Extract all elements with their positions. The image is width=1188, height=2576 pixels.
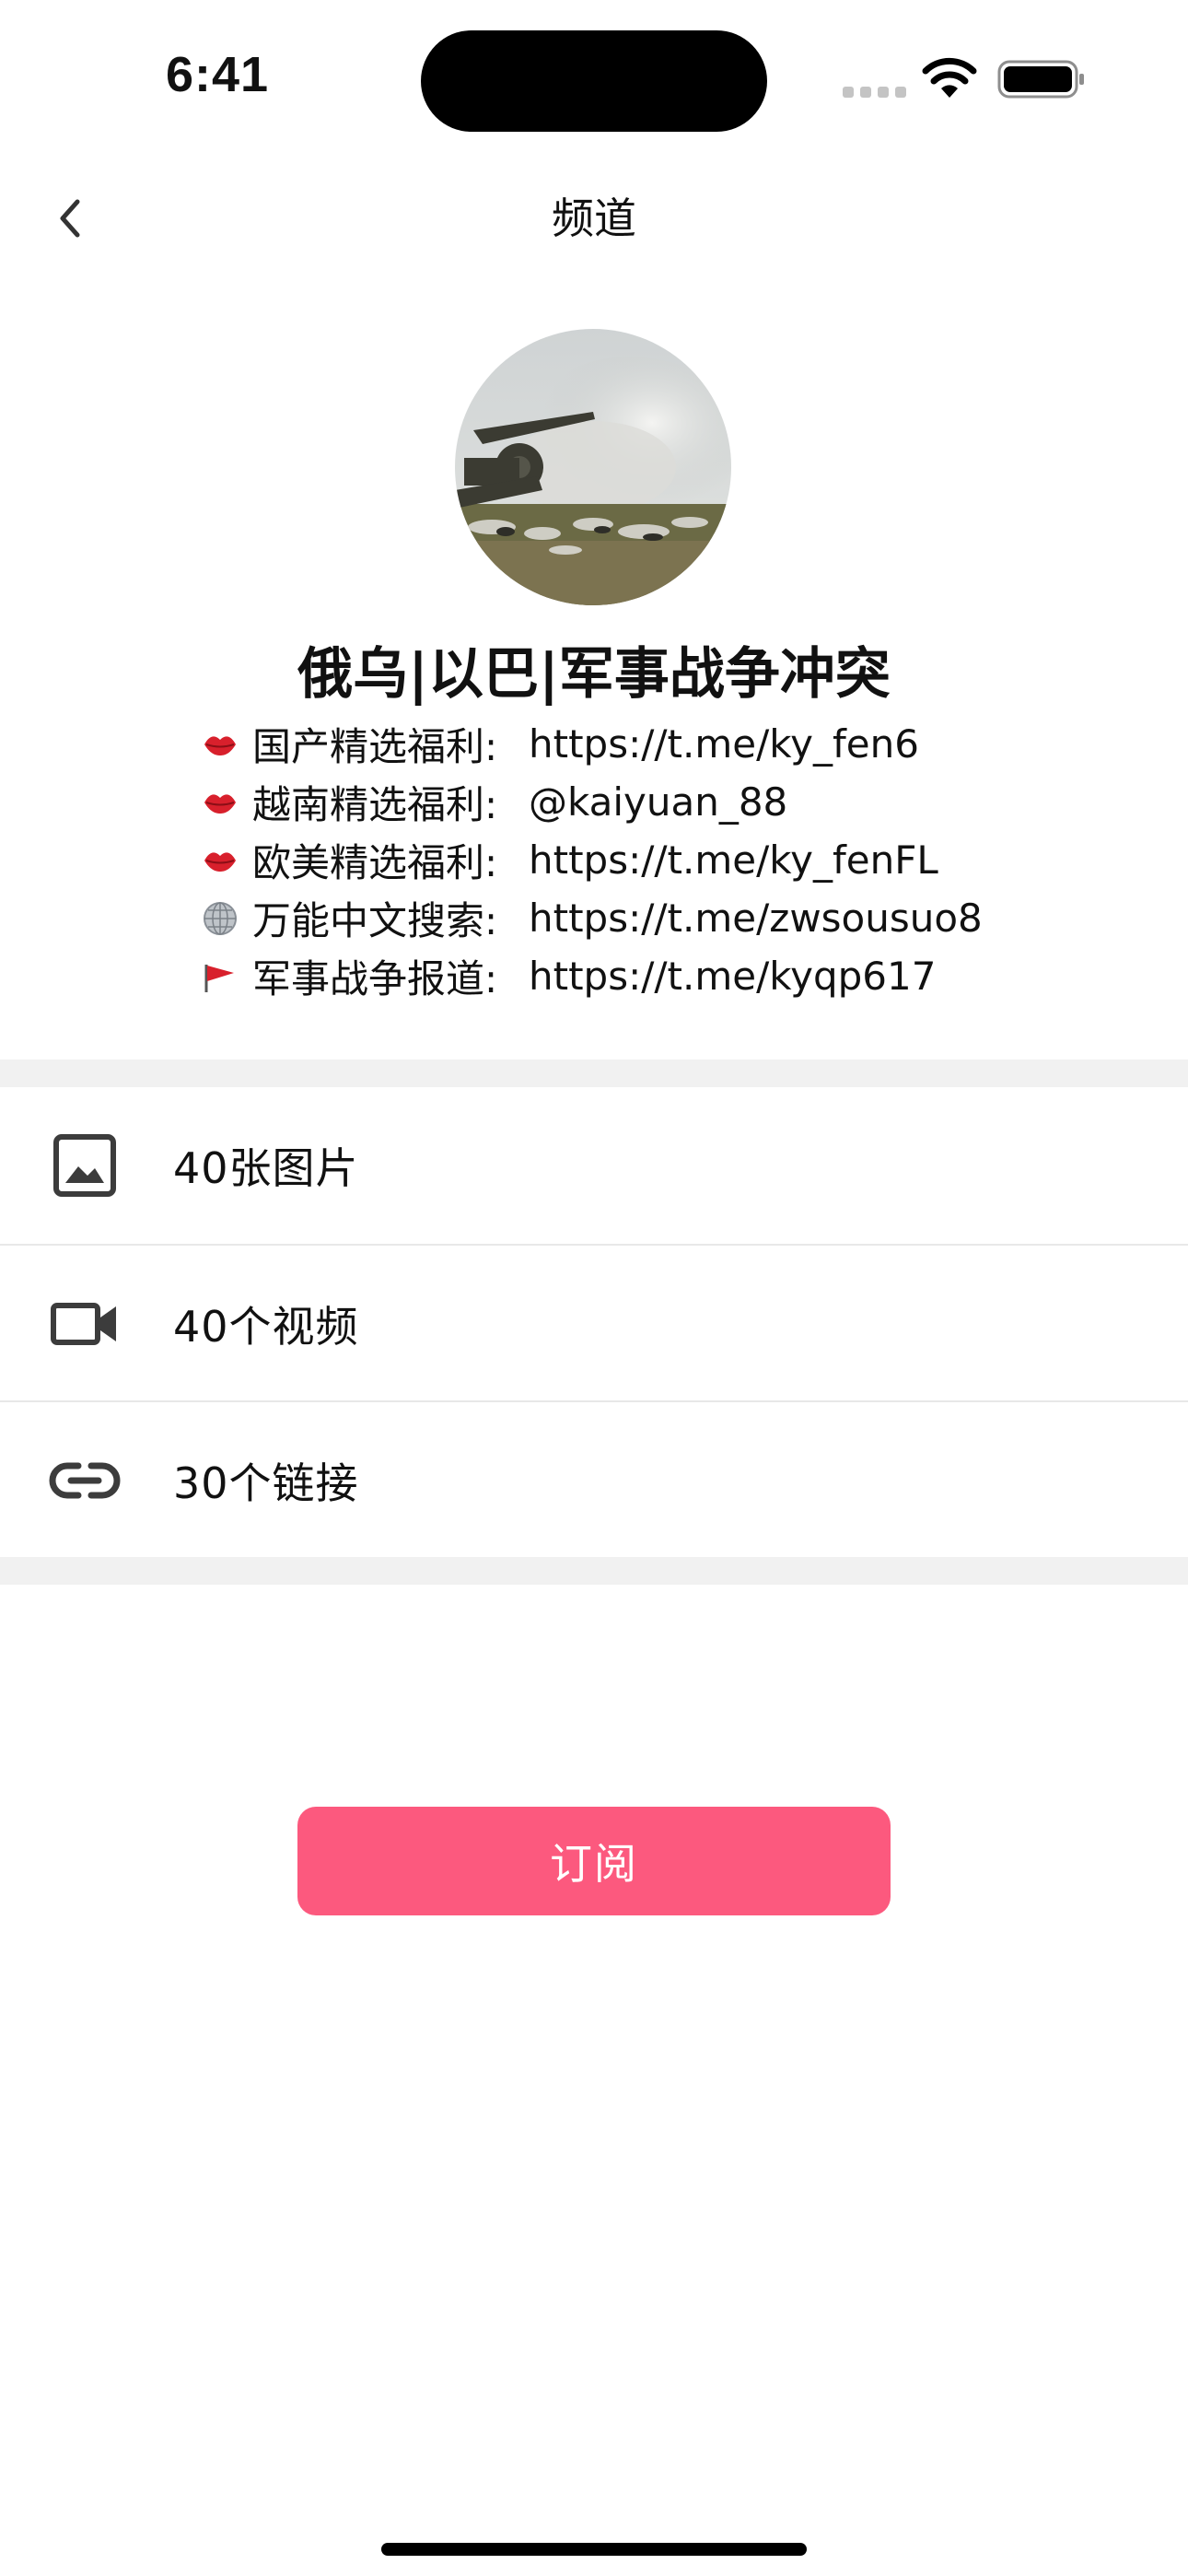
cell-signal-icon [843, 87, 907, 98]
promo-label: 国产精选福利: [252, 724, 498, 769]
promo-label: 欧美精选福利: [252, 840, 498, 885]
link-icon [48, 1444, 122, 1517]
channel-avatar [455, 329, 731, 605]
globe-icon [201, 899, 239, 938]
red-flag-icon [201, 957, 239, 996]
lips-icon [201, 725, 239, 764]
subscribe-button[interactable]: 订阅 [297, 1807, 891, 1915]
promo-link[interactable]: @kaiyuan_88 [529, 779, 787, 825]
promo-label: 越南精选福利: [252, 782, 498, 827]
lips-icon [201, 841, 239, 880]
links-row[interactable]: 30个链接 [0, 1402, 1188, 1559]
page-title: 频道 [552, 193, 636, 243]
links-count: 30个链接 [173, 1458, 359, 1508]
video-camera-icon [48, 1287, 122, 1361]
lips-icon [201, 783, 239, 822]
channel-description: 国产精选福利: https://t.me/ky_fen6 越南精选福利: @ka… [201, 715, 1122, 1005]
photos-row[interactable]: 40张图片 [0, 1087, 1188, 1244]
section-divider [0, 1060, 1188, 1087]
promo-link[interactable]: https://t.me/kyqp617 [529, 954, 936, 999]
videos-row[interactable]: 40个视频 [0, 1246, 1188, 1402]
promo-line: 国产精选福利: https://t.me/ky_fen6 [201, 715, 1122, 773]
promo-line: 军事战争报道: https://t.me/kyqp617 [201, 947, 1122, 1005]
battery-icon [997, 60, 1084, 99]
channel-name: 俄乌|以巴|军事战争冲突 [297, 642, 891, 707]
promo-line: 万能中文搜索: https://t.me/zwsousuo8 [201, 889, 1122, 947]
promo-label: 万能中文搜索: [252, 898, 498, 943]
home-indicator[interactable] [381, 2543, 807, 2556]
promo-link[interactable]: https://t.me/ky_fenFL [529, 837, 938, 883]
status-time: 6:41 [166, 47, 270, 102]
promo-label: 军事战争报道: [252, 956, 498, 1001]
promo-link[interactable]: https://t.me/zwsousuo8 [529, 896, 983, 941]
promo-line: 欧美精选福利: https://t.me/ky_fenFL [201, 831, 1122, 889]
promo-link[interactable]: https://t.me/ky_fen6 [529, 721, 919, 767]
photos-count: 40张图片 [173, 1143, 359, 1193]
dynamic-island [421, 30, 767, 132]
wifi-icon [922, 57, 977, 98]
image-icon [48, 1129, 122, 1202]
section-divider [0, 1557, 1188, 1585]
videos-count: 40个视频 [173, 1302, 359, 1352]
promo-line: 越南精选福利: @kaiyuan_88 [201, 773, 1122, 831]
